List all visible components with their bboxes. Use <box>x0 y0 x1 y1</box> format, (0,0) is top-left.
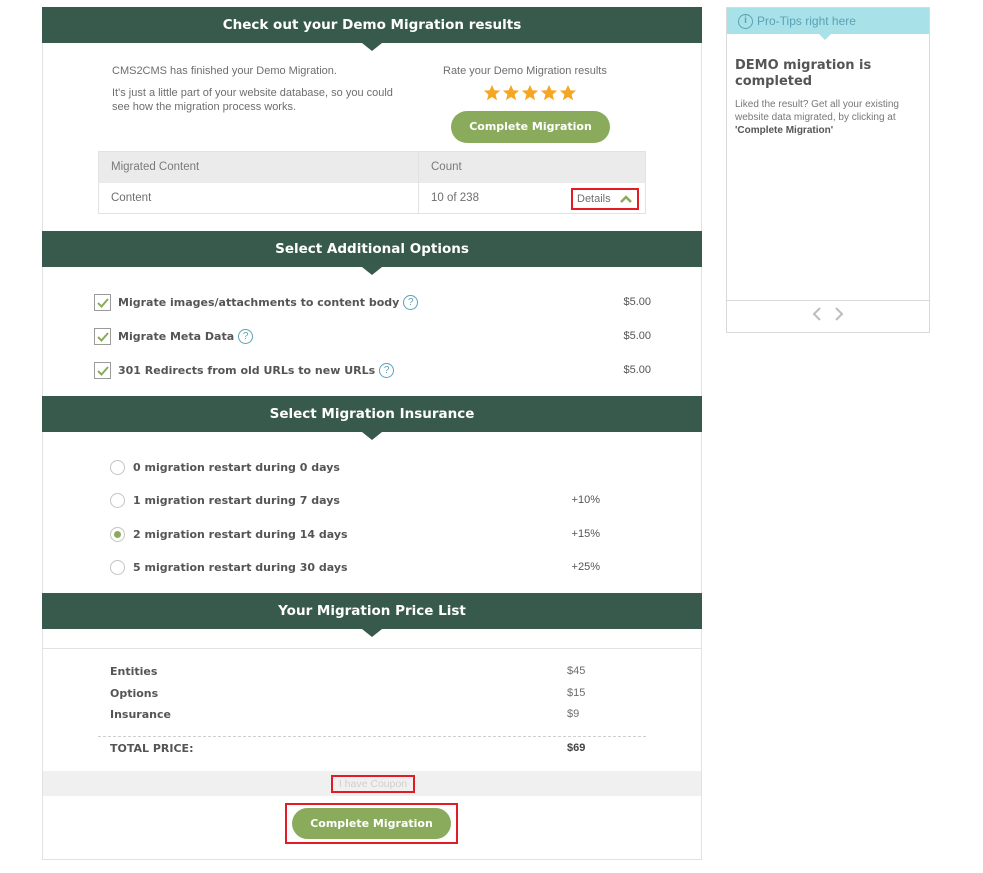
option-price: $5.00 <box>623 330 651 342</box>
details-label: Details <box>577 193 611 205</box>
option-checkbox[interactable] <box>94 327 111 345</box>
table-row: Content 10 of 238 Details <box>99 183 645 214</box>
complete-migration-button-bottom[interactable]: Complete Migration <box>292 808 451 839</box>
insurance-label: 0 migration restart during 0 days <box>133 460 340 474</box>
row-content-name: Content <box>99 183 419 214</box>
price-label: Insurance <box>110 708 171 721</box>
option-checkbox[interactable] <box>94 361 111 379</box>
checkmark-icon <box>97 297 109 308</box>
intro-line-2: It's just a little part of your website … <box>112 87 393 113</box>
details-toggle[interactable]: Details <box>571 188 639 210</box>
help-icon[interactable]: ? <box>238 328 254 344</box>
insurance-label: 1 migration restart during 7 days <box>133 493 340 507</box>
col-count: Count <box>431 161 462 173</box>
coupon-bar: I have Coupon <box>43 771 701 796</box>
price-list-header: Your Migration Price List <box>42 593 702 637</box>
tips-navigation <box>727 300 929 332</box>
option-row[interactable]: Migrate Meta Data ? $5.00 <box>94 327 651 345</box>
info-icon: i <box>738 13 753 29</box>
dashed-divider <box>98 736 646 737</box>
table-header: Migrated Content Count <box>99 152 645 183</box>
tip-title: DEMO migration is completed <box>735 58 872 89</box>
help-icon[interactable]: ? <box>379 362 395 378</box>
price-label: Entities <box>110 665 158 678</box>
price-value: $9 <box>567 708 580 720</box>
complete-button-highlight: Complete Migration <box>285 803 458 844</box>
insurance-label: 2 migration restart during 14 days <box>133 527 348 541</box>
intro-line-1: CMS2CMS has finished your Demo Migration… <box>112 65 337 77</box>
tip-text-body: Liked the result? Get all your existing … <box>735 99 899 123</box>
checkmark-icon <box>97 331 109 342</box>
insurance-percent: +25% <box>571 561 600 573</box>
pro-tips-panel: i Pro-Tips right here DEMO migration is … <box>726 7 930 333</box>
migration-panel: Check out your Demo Migration results CM… <box>42 7 702 860</box>
divider <box>43 648 701 649</box>
star-icon[interactable] <box>559 84 577 102</box>
price-value: $45 <box>567 665 586 677</box>
option-label: Migrate images/attachments to content bo… <box>118 295 400 309</box>
chevron-up-icon <box>620 195 632 203</box>
pro-tips-title: Pro-Tips right here <box>757 14 856 28</box>
option-price: $5.00 <box>623 364 651 376</box>
insurance-radio[interactable] <box>110 459 125 475</box>
price-row-options: Options $15 <box>110 687 588 700</box>
price-label: Options <box>110 687 159 700</box>
tip-text-bold: 'Complete Migration' <box>735 125 834 136</box>
star-icon[interactable] <box>521 84 539 102</box>
option-row[interactable]: Migrate images/attachments to content bo… <box>94 293 651 311</box>
complete-migration-button-top[interactable]: Complete Migration <box>451 111 610 143</box>
option-checkbox[interactable] <box>94 293 111 311</box>
rate-label: Rate your Demo Migration results <box>443 65 607 77</box>
results-header: Check out your Demo Migration results <box>42 7 702 51</box>
insurance-option[interactable]: 5 migration restart during 30 days +25% <box>110 559 600 575</box>
price-row-total: TOTAL PRICE: $69 <box>110 742 588 755</box>
options-header: Select Additional Options <box>42 231 702 275</box>
insurance-option[interactable]: 1 migration restart during 7 days +10% <box>110 492 600 508</box>
tip-text: Liked the result? Get all your existing … <box>735 98 920 137</box>
coupon-link[interactable]: I have Coupon <box>331 775 415 793</box>
star-icon[interactable] <box>483 84 501 102</box>
insurance-percent: +15% <box>571 528 600 540</box>
help-icon[interactable]: ? <box>403 294 419 310</box>
col-migrated-content: Migrated Content <box>99 152 419 183</box>
insurance-label: 5 migration restart during 30 days <box>133 560 348 574</box>
insurance-radio-selected[interactable] <box>110 526 125 542</box>
option-label: 301 Redirects from old URLs to new URLs <box>118 363 376 377</box>
insurance-option[interactable]: 2 migration restart during 14 days +15% <box>110 526 600 542</box>
chevron-right-icon[interactable] <box>833 307 845 321</box>
option-label: Migrate Meta Data <box>118 329 235 343</box>
pro-tips-header: i Pro-Tips right here <box>727 8 929 40</box>
chevron-left-icon[interactable] <box>811 307 823 321</box>
option-price: $5.00 <box>623 296 651 308</box>
migrated-content-table: Migrated Content Count Content 10 of 238… <box>98 151 646 214</box>
option-row[interactable]: 301 Redirects from old URLs to new URLs … <box>94 361 651 379</box>
price-value: $15 <box>567 687 586 699</box>
star-icon[interactable] <box>540 84 558 102</box>
total-value: $69 <box>567 742 586 754</box>
star-rating[interactable] <box>483 84 577 102</box>
checkmark-icon <box>97 365 109 376</box>
insurance-percent: +10% <box>571 494 600 506</box>
price-row-entities: Entities $45 <box>110 665 588 678</box>
total-label: TOTAL PRICE: <box>110 742 194 755</box>
intro-text: CMS2CMS has finished your Demo Migration… <box>112 64 402 114</box>
insurance-radio[interactable] <box>110 492 125 508</box>
insurance-header: Select Migration Insurance <box>42 396 702 440</box>
price-row-insurance: Insurance $9 <box>110 708 588 721</box>
insurance-radio[interactable] <box>110 559 125 575</box>
insurance-option[interactable]: 0 migration restart during 0 days <box>110 459 600 475</box>
star-icon[interactable] <box>502 84 520 102</box>
